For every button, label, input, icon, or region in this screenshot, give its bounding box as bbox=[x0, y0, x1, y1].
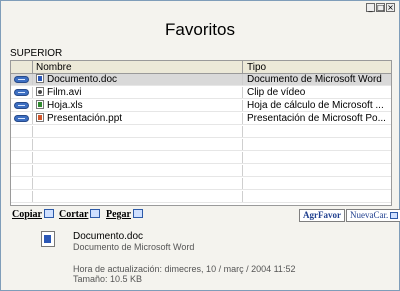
empty-row bbox=[11, 178, 391, 190]
file-name: Film.avi bbox=[47, 87, 82, 98]
details-updated: Hora de actualización: dimecres, 10 / ma… bbox=[73, 264, 296, 274]
row-action-cell bbox=[11, 87, 33, 98]
empty-cell bbox=[34, 178, 243, 189]
empty-cell bbox=[11, 152, 33, 163]
name-cell: Film.avi bbox=[34, 87, 243, 98]
page-title: Favoritos bbox=[165, 20, 235, 39]
maximize-button[interactable]: □ bbox=[376, 3, 385, 12]
empty-cell bbox=[11, 139, 33, 150]
word-doc-icon bbox=[36, 74, 44, 83]
name-cell: Hoja.xls bbox=[34, 100, 243, 111]
copy-label: Copiar bbox=[12, 209, 42, 220]
section-label: SUPERIOR bbox=[10, 48, 63, 59]
empty-cell bbox=[244, 139, 391, 150]
details-file-type: Documento de Microsoft Word bbox=[73, 242, 195, 252]
open-pill-icon[interactable] bbox=[14, 89, 29, 96]
powerpoint-file-icon bbox=[36, 113, 44, 122]
table-row[interactable]: Documento.doc Documento de Microsoft Wor… bbox=[11, 74, 391, 86]
type-cell: Clip de vídeo bbox=[247, 87, 306, 98]
new-folder-button[interactable]: NuevaCar. bbox=[346, 209, 400, 222]
empty-cell bbox=[34, 152, 243, 163]
table-row[interactable]: Hoja.xls Hoja de cálculo de Microsoft ..… bbox=[11, 100, 391, 112]
name-cell: Presentación.ppt bbox=[34, 113, 243, 124]
empty-cell bbox=[11, 191, 33, 202]
table-header: Nombre Tipo bbox=[11, 61, 391, 74]
open-pill-icon[interactable] bbox=[14, 115, 29, 122]
video-file-icon bbox=[36, 87, 44, 96]
open-pill-icon[interactable] bbox=[14, 76, 29, 83]
paste-button[interactable]: Pegar bbox=[106, 209, 143, 221]
scissors-icon bbox=[90, 209, 101, 218]
favorites-table: Nombre Tipo Documento.doc Documento de M… bbox=[10, 60, 392, 206]
table-row[interactable]: Presentación.ppt Presentación de Microso… bbox=[11, 113, 391, 125]
copy-button[interactable]: Copiar bbox=[12, 209, 54, 221]
type-cell: Hoja de cálculo de Microsoft ... bbox=[247, 100, 384, 111]
window-controls: _ □ × bbox=[366, 3, 395, 12]
empty-row bbox=[11, 152, 391, 164]
add-favorite-button[interactable]: AgrFavor bbox=[299, 209, 345, 222]
row-action-cell bbox=[11, 113, 33, 124]
column-header-type[interactable]: Tipo bbox=[244, 61, 391, 73]
empty-cell bbox=[11, 178, 33, 189]
empty-cell bbox=[34, 126, 243, 137]
type-cell: Documento de Microsoft Word bbox=[247, 74, 382, 85]
paste-icon bbox=[133, 209, 143, 218]
new-folder-label: NuevaCar. bbox=[350, 210, 389, 220]
paste-label: Pegar bbox=[106, 209, 131, 220]
open-pill-icon[interactable] bbox=[14, 102, 29, 109]
empty-row bbox=[11, 139, 391, 151]
copy-icon bbox=[44, 209, 54, 218]
empty-row bbox=[11, 126, 391, 138]
minimize-button[interactable]: _ bbox=[366, 3, 375, 12]
close-button[interactable]: × bbox=[386, 3, 395, 12]
details-size: Tamaño: 10.5 KB bbox=[73, 274, 143, 284]
excel-file-icon bbox=[36, 100, 44, 109]
word-doc-icon bbox=[41, 231, 55, 247]
empty-cell bbox=[244, 126, 391, 137]
favorites-window: _ □ × Favoritos SUPERIOR Nombre Tipo Doc… bbox=[0, 0, 400, 291]
empty-cell bbox=[244, 152, 391, 163]
empty-cell bbox=[11, 165, 33, 176]
empty-cell bbox=[244, 178, 391, 189]
name-cell: Documento.doc bbox=[34, 74, 243, 85]
empty-row bbox=[11, 165, 391, 177]
header-action-column bbox=[11, 61, 33, 73]
details-file-name: Documento.doc bbox=[73, 231, 144, 242]
empty-cell bbox=[34, 139, 243, 150]
empty-cell bbox=[244, 191, 391, 202]
column-header-name[interactable]: Nombre bbox=[34, 61, 243, 73]
cut-button[interactable]: Cortar bbox=[59, 209, 101, 221]
row-action-cell bbox=[11, 74, 33, 85]
empty-cell bbox=[34, 165, 243, 176]
table-row[interactable]: Film.avi Clip de vídeo bbox=[11, 87, 391, 99]
type-cell: Presentación de Microsoft Po... bbox=[247, 113, 386, 124]
folder-icon bbox=[390, 212, 399, 219]
empty-cell bbox=[244, 165, 391, 176]
empty-cell bbox=[11, 126, 33, 137]
empty-cell bbox=[34, 191, 243, 202]
file-name: Presentación.ppt bbox=[47, 113, 123, 124]
row-action-cell bbox=[11, 100, 33, 111]
add-favorite-label: AgrFavor bbox=[303, 210, 341, 220]
empty-row bbox=[11, 191, 391, 203]
file-name: Hoja.xls bbox=[47, 100, 83, 111]
cut-label: Cortar bbox=[59, 209, 89, 220]
file-name: Documento.doc bbox=[47, 74, 118, 85]
